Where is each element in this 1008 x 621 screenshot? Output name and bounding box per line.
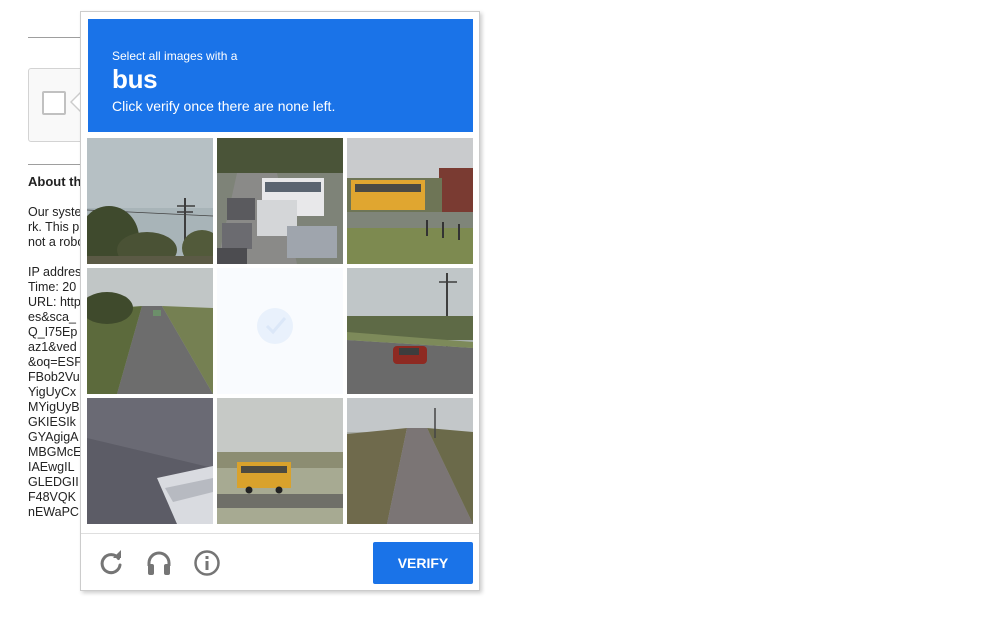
instruction-subtext: Click verify once there are none left. bbox=[112, 98, 336, 114]
info-icon[interactable] bbox=[193, 549, 221, 577]
audio-headphones-icon[interactable] bbox=[145, 549, 173, 577]
image-tile-9[interactable] bbox=[347, 398, 473, 524]
divider-top bbox=[28, 37, 88, 38]
challenge-header: Select all images with a bus Click verif… bbox=[88, 19, 473, 132]
image-tile-2[interactable] bbox=[217, 138, 343, 264]
image-tile-7[interactable] bbox=[87, 398, 213, 524]
instruction-text: Select all images with a bbox=[112, 49, 238, 63]
image-grid bbox=[87, 138, 473, 524]
target-object-label: bus bbox=[112, 64, 158, 94]
reload-icon[interactable] bbox=[97, 549, 125, 577]
about-paragraph: Our syste rk. This p not a robo bbox=[28, 205, 85, 249]
image-tile-4[interactable] bbox=[87, 268, 213, 394]
image-tile-6[interactable] bbox=[347, 268, 473, 394]
divider-middle bbox=[28, 164, 88, 165]
about-heading: About th bbox=[28, 174, 82, 189]
image-tile-5[interactable] bbox=[217, 268, 343, 394]
image-tile-1[interactable] bbox=[87, 138, 213, 264]
request-details: IP addres Time: 20 URL: http es&sca_ Q_I… bbox=[28, 265, 82, 519]
footer-divider bbox=[81, 533, 479, 534]
verify-button[interactable]: VERIFY bbox=[373, 542, 473, 584]
image-tile-3[interactable] bbox=[347, 138, 473, 264]
captcha-challenge-dialog: Select all images with a bus Click verif… bbox=[80, 11, 480, 591]
recaptcha-checkbox[interactable] bbox=[42, 91, 66, 115]
image-tile-8[interactable] bbox=[217, 398, 343, 524]
